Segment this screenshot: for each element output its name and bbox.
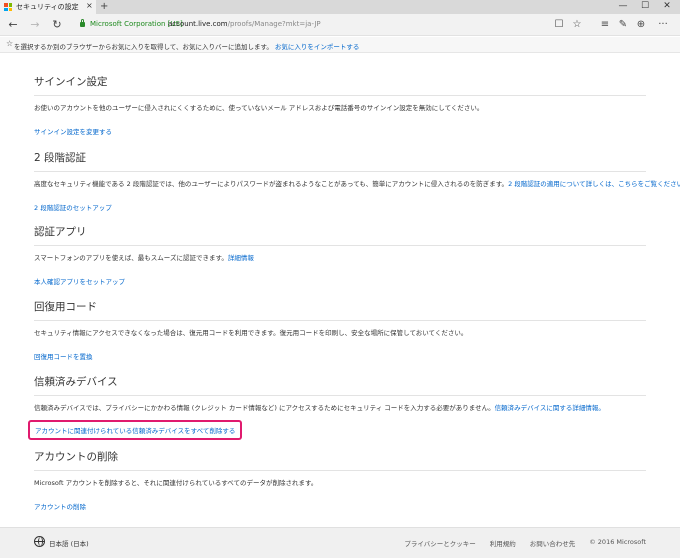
more-icon[interactable]: ···: [656, 18, 670, 32]
section-close-account: アカウントの削除 Microsoft アカウントを削除すると、それに関連付けられ…: [34, 449, 646, 511]
globe-icon[interactable]: [34, 536, 45, 547]
section-title: アカウントの削除: [34, 449, 646, 471]
close-account-link[interactable]: アカウントの削除: [34, 501, 86, 511]
section-description: スマートフォンのアプリを使えば、最もスムーズに認証できます。詳細情報: [34, 252, 646, 262]
tab-close-icon[interactable]: ×: [86, 1, 93, 10]
microsoft-logo-icon: [4, 3, 12, 11]
reading-view-icon[interactable]: ☐: [552, 18, 566, 32]
trusted-devices-more-info-link[interactable]: 信頼済みデバイスに関する詳細情報。: [495, 404, 605, 412]
refresh-button[interactable]: ↻: [50, 18, 64, 32]
section-description: Microsoft アカウントを削除すると、それに関連付けられているすべてのデー…: [34, 479, 318, 487]
section-recovery-code: 回復用コード セキュリティ情報にアクセスできなくなった場合は、復元用コードを利用…: [34, 299, 646, 361]
tab-security-settings[interactable]: セキュリティの設定 ×: [0, 0, 96, 14]
section-description: お使いのアカウントを他のユーザーに侵入されにくくするために、使っていないメール …: [34, 104, 484, 112]
address-field[interactable]: account.live.com/proofs/Manage?mkt=ja-JP: [168, 20, 321, 28]
footer-link-contact[interactable]: お問い合わせ先: [530, 538, 576, 548]
section-description-text: スマートフォンのアプリを使えば、最もスムーズに認証できます。: [34, 254, 228, 262]
new-tab-button[interactable]: +: [100, 0, 108, 13]
section-title: 回復用コード: [34, 299, 646, 321]
maximize-button[interactable]: ☐: [634, 0, 656, 13]
section-authenticator-app: 認証アプリ スマートフォンのアプリを使えば、最もスムーズに認証できます。詳細情報…: [34, 224, 646, 286]
favorite-star-icon[interactable]: ☆: [570, 18, 584, 32]
favorites-bar-message: を選択するか別のブラウザーからお気に入りを取得して、お気に入りバーに追加します。…: [14, 41, 359, 51]
section-trusted-devices: 信頼済みデバイス 信頼済みデバイスでは、プライバシーにかかわる情報 (クレジット…: [28, 374, 646, 440]
section-two-step: 2 段階認証 高度なセキュリティ機能である 2 段階認証では、他のユーザーにより…: [34, 150, 680, 212]
language-selector[interactable]: 日本語 (日本): [49, 538, 89, 548]
forward-button[interactable]: →: [28, 18, 42, 32]
section-description: 高度なセキュリティ機能である 2 段階認証では、他のユーザーによりパスワードが盗…: [34, 178, 680, 188]
section-title: 信頼済みデバイス: [34, 374, 646, 396]
url-host: account.live.com: [168, 20, 228, 28]
url-path: /proofs/Manage?mkt=ja-JP: [227, 20, 321, 28]
authenticator-more-info-link[interactable]: 詳細情報: [228, 254, 254, 262]
import-favorites-link[interactable]: お気に入りをインポートする: [275, 43, 360, 51]
share-icon[interactable]: ⊕: [634, 18, 648, 32]
page-footer: 日本語 (日本) プライバシーとクッキー 利用規約 お問い合わせ先 © 2016…: [0, 527, 680, 558]
section-description: セキュリティ情報にアクセスできなくなった場合は、復元用コードを利用できます。復元…: [34, 329, 468, 337]
back-button[interactable]: ←: [6, 18, 20, 32]
section-description: 信頼済みデバイスでは、プライバシーにかかわる情報 (クレジット カード情報など)…: [34, 402, 646, 412]
two-step-learn-more-link[interactable]: 2 段階認証の適用について詳しくは、こちらをご覧ください。: [508, 180, 680, 188]
section-title: サインイン設定: [34, 74, 646, 96]
footer-link-terms[interactable]: 利用規約: [490, 538, 516, 548]
change-signin-settings-link[interactable]: サインイン設定を変更する: [34, 126, 112, 136]
web-note-icon[interactable]: ✎: [616, 18, 630, 32]
footer-link-privacy[interactable]: プライバシーとクッキー: [404, 538, 475, 548]
section-signin-settings: サインイン設定 お使いのアカウントを他のユーザーに侵入されにくくするために、使っ…: [34, 74, 646, 136]
section-title: 2 段階認証: [34, 150, 646, 172]
section-description-text: 信頼済みデバイスでは、プライバシーにかかわる情報 (クレジット カード情報など)…: [34, 404, 495, 412]
minimize-button[interactable]: —: [612, 0, 634, 13]
tab-strip: セキュリティの設定 × + — ☐ ✕: [0, 0, 680, 14]
favorites-bar-text: を選択するか別のブラウザーからお気に入りを取得して、お気に入りバーに追加します。: [14, 43, 273, 51]
lock-icon[interactable]: [80, 19, 85, 27]
remove-all-trusted-devices-link[interactable]: アカウントに関連付けられている信頼済みデバイスをすべて削除する: [28, 420, 243, 440]
hub-icon[interactable]: ≡: [598, 18, 612, 32]
favorites-star-icon: ☆: [6, 39, 14, 48]
page-content: サインイン設定 お使いのアカウントを他のユーザーに侵入されにくくするために、使っ…: [0, 54, 680, 526]
footer-copyright: © 2016 Microsoft: [589, 538, 646, 546]
address-bar-row: ← → ↻ Microsoft Corporation [US] account…: [0, 14, 680, 36]
footer-links: プライバシーとクッキー 利用規約 お問い合わせ先 © 2016 Microsof…: [404, 538, 646, 548]
tab-title: セキュリティの設定: [16, 3, 79, 11]
close-window-button[interactable]: ✕: [656, 0, 678, 13]
section-description-text: 高度なセキュリティ機能である 2 段階認証では、他のユーザーによりパスワードが盗…: [34, 180, 509, 188]
favorites-bar: ☆ を選択するか別のブラウザーからお気に入りを取得して、お気に入りバーに追加しま…: [0, 37, 680, 53]
setup-identity-app-link[interactable]: 本人確認アプリをセットアップ: [34, 276, 125, 286]
section-title: 認証アプリ: [34, 224, 646, 246]
replace-recovery-code-link[interactable]: 回復用コードを置換: [34, 351, 93, 361]
setup-two-step-link[interactable]: 2 段階認証のセットアップ: [34, 202, 112, 212]
